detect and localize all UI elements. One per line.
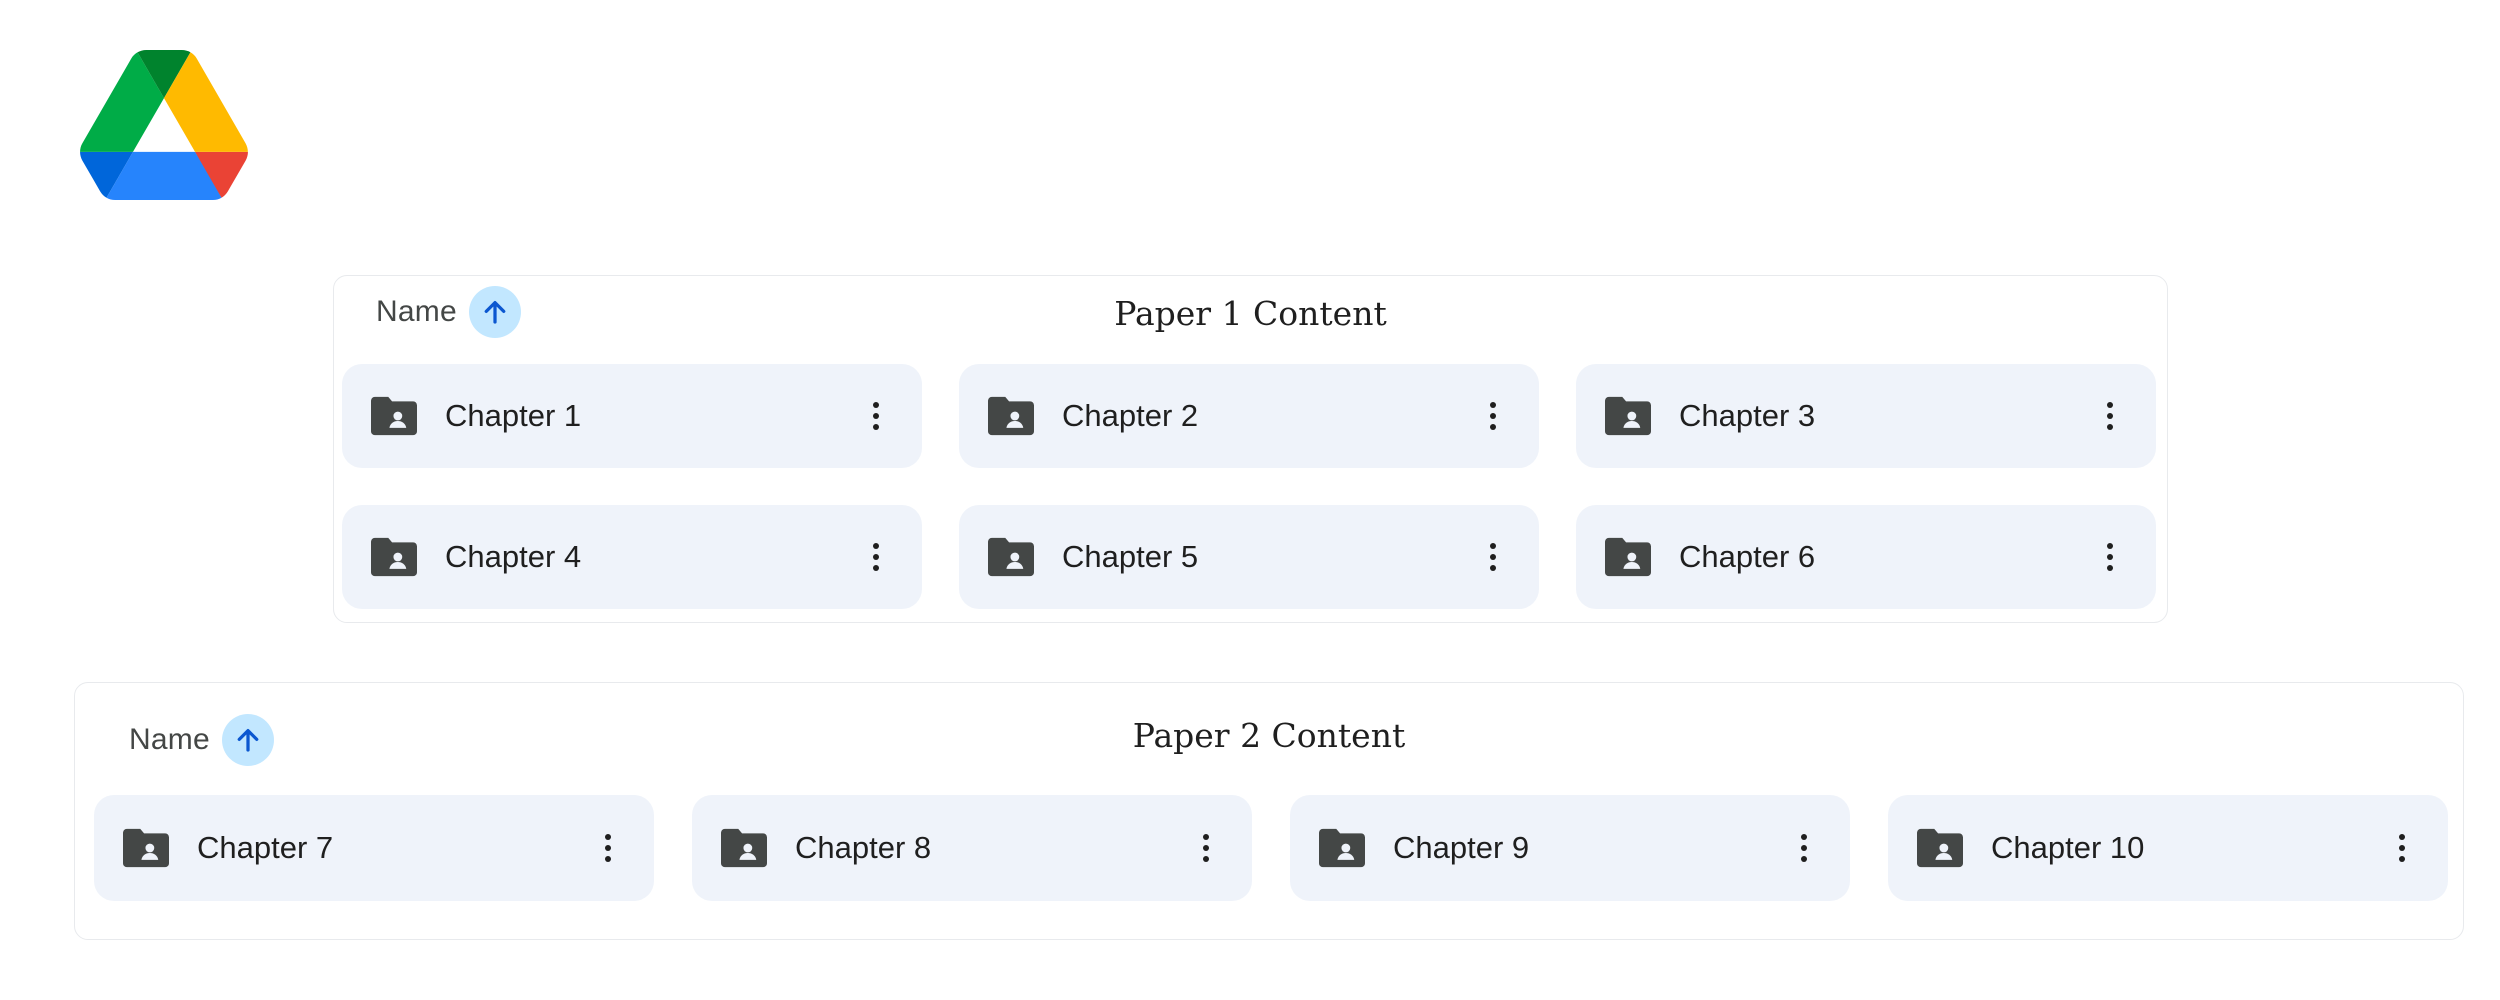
paper-1-panel: Name Paper 1 Content Chapter 1 Chapter 2 xyxy=(333,275,2168,623)
more-actions-button[interactable] xyxy=(852,392,900,440)
more-actions-button[interactable] xyxy=(584,824,632,872)
folder-card-chapter-10[interactable]: Chapter 10 xyxy=(1888,795,2448,901)
shared-folder-icon xyxy=(721,828,767,868)
google-drive-logo[interactable] xyxy=(80,50,248,200)
folder-name: Chapter 6 xyxy=(1679,539,1816,574)
folder-card-chapter-8[interactable]: Chapter 8 xyxy=(692,795,1252,901)
folder-card-chapter-4[interactable]: Chapter 4 xyxy=(342,505,922,609)
more-actions-button[interactable] xyxy=(2086,392,2134,440)
more-vert-icon xyxy=(1801,834,1807,862)
more-vert-icon xyxy=(2107,402,2113,430)
folder-card-chapter-7[interactable]: Chapter 7 xyxy=(94,795,654,901)
folder-name: Chapter 7 xyxy=(197,830,334,865)
folder-name: Chapter 1 xyxy=(445,398,582,433)
more-vert-icon xyxy=(1490,543,1496,571)
folder-card-chapter-6[interactable]: Chapter 6 xyxy=(1576,505,2156,609)
more-vert-icon xyxy=(2399,834,2405,862)
folder-card-chapter-5[interactable]: Chapter 5 xyxy=(959,505,1539,609)
shared-folder-icon xyxy=(1319,828,1365,868)
more-vert-icon xyxy=(1203,834,1209,862)
drive-page: Name Paper 1 Content Chapter 1 Chapter 2 xyxy=(0,0,2500,1000)
folder-grid: Chapter 1 Chapter 2 Chapter 3 Chapter 4 xyxy=(342,364,2156,609)
folder-card-chapter-1[interactable]: Chapter 1 xyxy=(342,364,922,468)
folder-card-chapter-9[interactable]: Chapter 9 xyxy=(1290,795,1850,901)
paper-2-panel: Name Paper 2 Content Chapter 7 Chapter 8 xyxy=(74,682,2464,940)
shared-folder-icon xyxy=(1605,537,1651,577)
more-actions-button[interactable] xyxy=(852,533,900,581)
more-actions-button[interactable] xyxy=(2086,533,2134,581)
more-vert-icon xyxy=(605,834,611,862)
more-vert-icon xyxy=(1490,402,1496,430)
folder-name: Chapter 5 xyxy=(1062,539,1199,574)
folder-name: Chapter 3 xyxy=(1679,398,1816,433)
folder-name: Chapter 2 xyxy=(1062,398,1199,433)
more-vert-icon xyxy=(873,402,879,430)
panel-title: Paper 1 Content xyxy=(1114,294,1387,333)
folder-name: Chapter 4 xyxy=(445,539,582,574)
shared-folder-icon xyxy=(1917,828,1963,868)
folder-name: Chapter 10 xyxy=(1991,830,2145,865)
shared-folder-icon xyxy=(123,828,169,868)
more-actions-button[interactable] xyxy=(2378,824,2426,872)
shared-folder-icon xyxy=(371,537,417,577)
more-actions-button[interactable] xyxy=(1469,533,1517,581)
panel-title: Paper 2 Content xyxy=(1132,716,1406,755)
more-actions-button[interactable] xyxy=(1182,824,1230,872)
folder-grid: Chapter 7 Chapter 8 Chapter 9 Chapter 10 xyxy=(94,795,2448,901)
more-vert-icon xyxy=(2107,543,2113,571)
shared-folder-icon xyxy=(988,396,1034,436)
folder-card-chapter-3[interactable]: Chapter 3 xyxy=(1576,364,2156,468)
more-actions-button[interactable] xyxy=(1780,824,1828,872)
folder-name: Chapter 9 xyxy=(1393,830,1530,865)
shared-folder-icon xyxy=(1605,396,1651,436)
more-vert-icon xyxy=(873,543,879,571)
shared-folder-icon xyxy=(988,537,1034,577)
folder-name: Chapter 8 xyxy=(795,830,932,865)
more-actions-button[interactable] xyxy=(1469,392,1517,440)
shared-folder-icon xyxy=(371,396,417,436)
folder-card-chapter-2[interactable]: Chapter 2 xyxy=(959,364,1539,468)
